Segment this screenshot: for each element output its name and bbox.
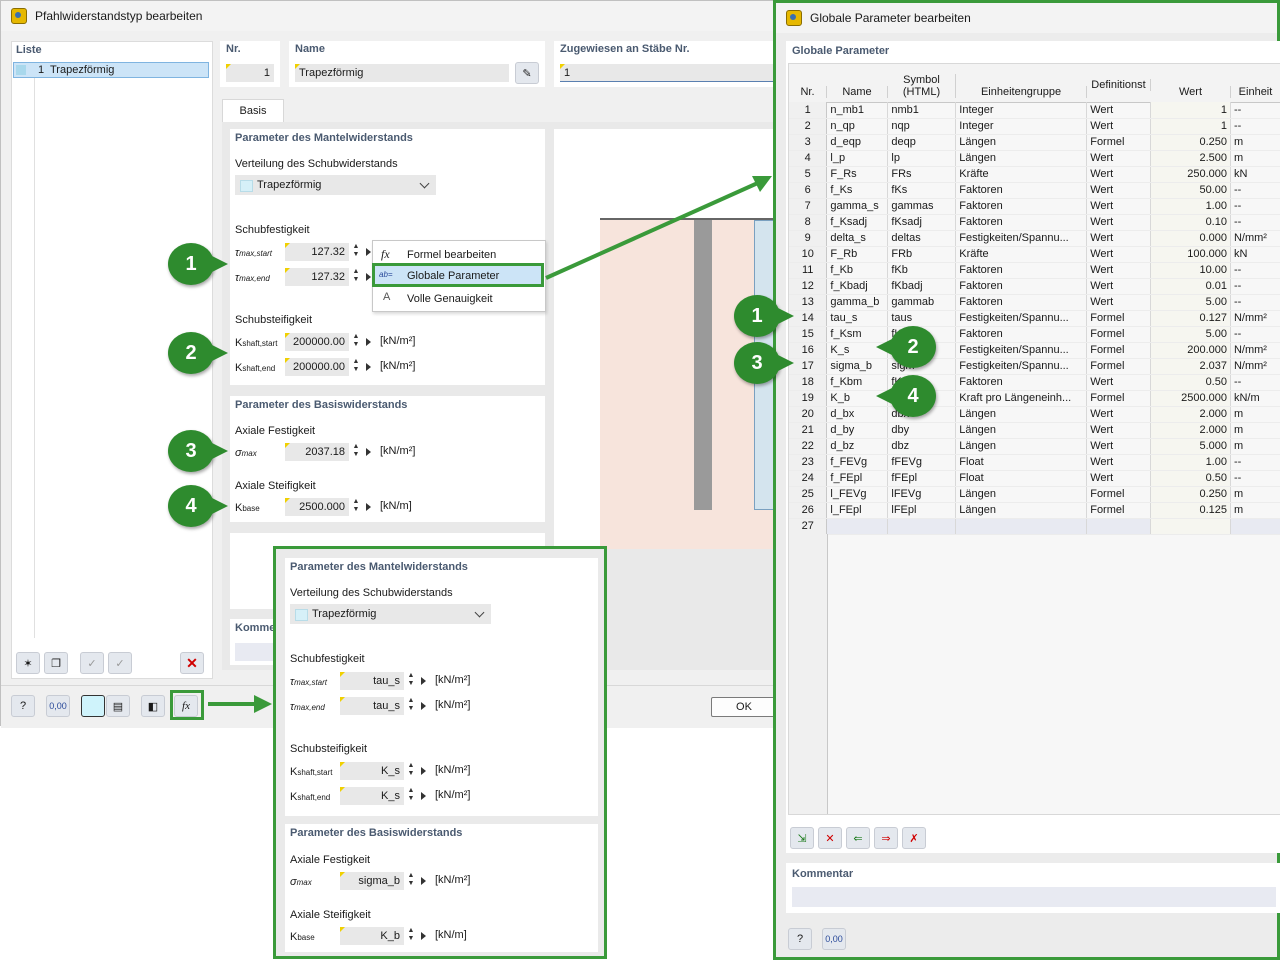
annotation-arrows [0,0,1280,960]
badge-1-right: 1 [734,295,780,337]
badge-1-left: 1 [168,243,214,285]
highlight-formula-button [170,690,204,720]
badge-2-right: 2 [890,326,936,368]
badge-3-left: 3 [168,430,214,472]
badge-3-right: 3 [734,342,780,384]
arrowhead-inset [254,695,272,713]
badge-4-left: 4 [168,485,214,527]
arrow-to-global-params [546,182,760,278]
badge-2-left: 2 [168,332,214,374]
badge-4-right: 4 [890,375,936,417]
